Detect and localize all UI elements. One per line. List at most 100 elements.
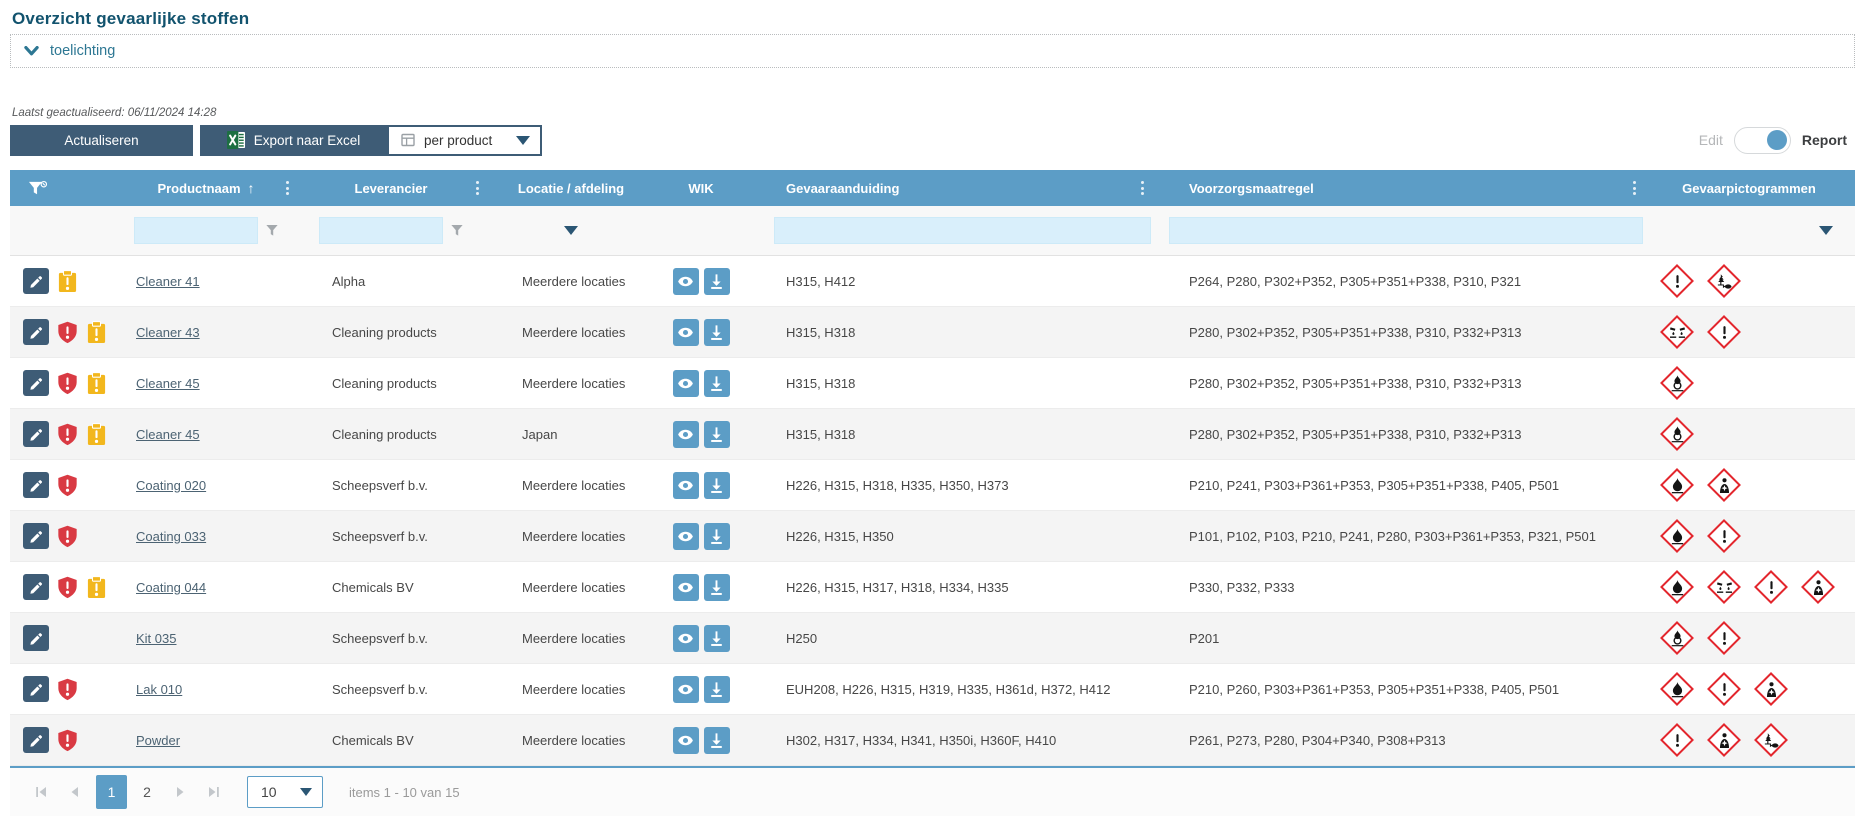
actions-cell [10, 511, 116, 561]
product-link[interactable]: Cleaner 41 [136, 274, 200, 289]
corrosion-pictogram [1660, 315, 1694, 349]
column-menu-icon[interactable] [473, 177, 482, 199]
product-filter-input[interactable] [134, 217, 258, 244]
flame-pictogram [1660, 468, 1694, 502]
download-wik-button[interactable] [704, 370, 730, 397]
download-wik-button[interactable] [704, 523, 730, 550]
download-wik-button[interactable] [704, 727, 730, 754]
edit-button[interactable] [23, 268, 49, 294]
page-title: Overzicht gevaarlijke stoffen [12, 8, 1865, 30]
health-hazard-pictogram [1754, 672, 1788, 706]
location-filter-dropdown[interactable] [564, 226, 578, 235]
product-link[interactable]: Lak 010 [136, 682, 182, 697]
page-size-select[interactable]: 10 [247, 776, 323, 808]
edit-button[interactable] [23, 574, 49, 600]
edit-report-toggle[interactable] [1734, 127, 1791, 154]
view-wik-button[interactable] [673, 625, 699, 652]
product-link[interactable]: Cleaner 43 [136, 325, 200, 340]
download-wik-button[interactable] [704, 472, 730, 499]
column-menu-icon[interactable] [1630, 177, 1639, 199]
refresh-button[interactable]: Actualiseren [10, 125, 193, 156]
view-wik-button[interactable] [673, 421, 699, 448]
edit-button[interactable] [23, 727, 49, 753]
view-wik-button[interactable] [673, 574, 699, 601]
column-menu-icon[interactable] [1138, 177, 1147, 199]
next-page-button[interactable] [167, 777, 193, 807]
column-menu-icon[interactable] [283, 177, 292, 199]
column-header-actions [10, 170, 116, 206]
edit-button[interactable] [23, 421, 49, 447]
exclamation-pictogram [1707, 672, 1741, 706]
view-wik-button[interactable] [673, 268, 699, 295]
product-link[interactable]: Coating 020 [136, 478, 206, 493]
download-icon [708, 477, 725, 494]
view-mode-select[interactable]: per product [387, 125, 542, 156]
view-wik-button[interactable] [673, 319, 699, 346]
column-label: Gevaarpictogrammen [1682, 181, 1816, 196]
toolbar: Actualiseren Export naar Excel per produ… [10, 124, 1855, 156]
shield-alert-icon [57, 729, 78, 752]
excel-icon [227, 131, 246, 149]
edit-button[interactable] [23, 370, 49, 396]
funnel-icon[interactable] [450, 224, 464, 237]
product-cell: Cleaner 45 [116, 358, 296, 408]
download-wik-button[interactable] [704, 625, 730, 652]
edit-button[interactable] [23, 625, 49, 651]
precaution-cell: P280, P302+P352, P305+P351+P338, P310, P… [1151, 307, 1643, 357]
health-hazard-pictogram [1707, 468, 1741, 502]
pencil-icon [29, 478, 44, 493]
funnel-icon[interactable] [265, 224, 279, 237]
precaution-filter-input[interactable] [1169, 217, 1643, 244]
column-label: Leverancier [355, 181, 428, 196]
hazard-filter-input[interactable] [774, 217, 1151, 244]
actions-cell [10, 460, 116, 510]
edit-button[interactable] [23, 319, 49, 345]
last-page-button[interactable] [201, 777, 227, 807]
download-icon [708, 426, 725, 443]
download-wik-button[interactable] [704, 574, 730, 601]
product-link[interactable]: Cleaner 45 [136, 376, 200, 391]
product-cell: Powder [116, 715, 296, 765]
supplier-filter-input[interactable] [319, 217, 443, 244]
view-wik-button[interactable] [673, 676, 699, 703]
funnel-clear-icon[interactable] [28, 180, 48, 197]
triangle-down-icon [516, 136, 530, 145]
view-wik-button[interactable] [673, 727, 699, 754]
product-link[interactable]: Kit 035 [136, 631, 176, 646]
download-wik-button[interactable] [704, 421, 730, 448]
precaution-cell: P210, P260, P303+P361+P353, P305+P351+P3… [1151, 664, 1643, 714]
column-header-supplier[interactable]: Leverancier [296, 170, 486, 206]
table-row: Cleaner 41AlphaMeerdere locatiesH315, H4… [10, 256, 1855, 307]
supplier-cell: Alpha [296, 256, 486, 306]
download-wik-button[interactable] [704, 268, 730, 295]
page-button-2[interactable]: 2 [135, 775, 159, 809]
download-wik-button[interactable] [704, 319, 730, 346]
product-link[interactable]: Coating 033 [136, 529, 206, 544]
column-header-product[interactable]: Productnaam↑ [116, 170, 296, 206]
column-header-picto[interactable]: Gevaarpictogrammen [1643, 170, 1855, 206]
supplier-cell: Scheepsverf b.v. [296, 613, 486, 663]
table-row: Coating 044Chemicals BVMeerdere locaties… [10, 562, 1855, 613]
product-link[interactable]: Cleaner 45 [136, 427, 200, 442]
view-wik-button[interactable] [673, 523, 699, 550]
view-wik-button[interactable] [673, 370, 699, 397]
edit-button[interactable] [23, 472, 49, 498]
column-header-wik[interactable]: WIK [656, 170, 746, 206]
pencil-icon [29, 325, 44, 340]
first-page-button[interactable] [28, 777, 54, 807]
product-link[interactable]: Coating 044 [136, 580, 206, 595]
toelichting-expander[interactable]: toelichting [10, 34, 1855, 68]
edit-button[interactable] [23, 676, 49, 702]
column-header-location[interactable]: Locatie / afdeling [486, 170, 656, 206]
prev-page-button[interactable] [62, 777, 88, 807]
product-link[interactable]: Powder [136, 733, 180, 748]
column-label: Locatie / afdeling [518, 181, 624, 196]
picto-filter-dropdown[interactable] [1819, 226, 1833, 235]
column-header-precaution[interactable]: Voorzorgsmaatregel [1151, 170, 1643, 206]
view-wik-button[interactable] [673, 472, 699, 499]
edit-button[interactable] [23, 523, 49, 549]
page-button-1[interactable]: 1 [96, 775, 127, 809]
column-header-hazard[interactable]: Gevaaraanduiding [746, 170, 1151, 206]
download-wik-button[interactable] [704, 676, 730, 703]
export-excel-button[interactable]: Export naar Excel [200, 125, 387, 156]
